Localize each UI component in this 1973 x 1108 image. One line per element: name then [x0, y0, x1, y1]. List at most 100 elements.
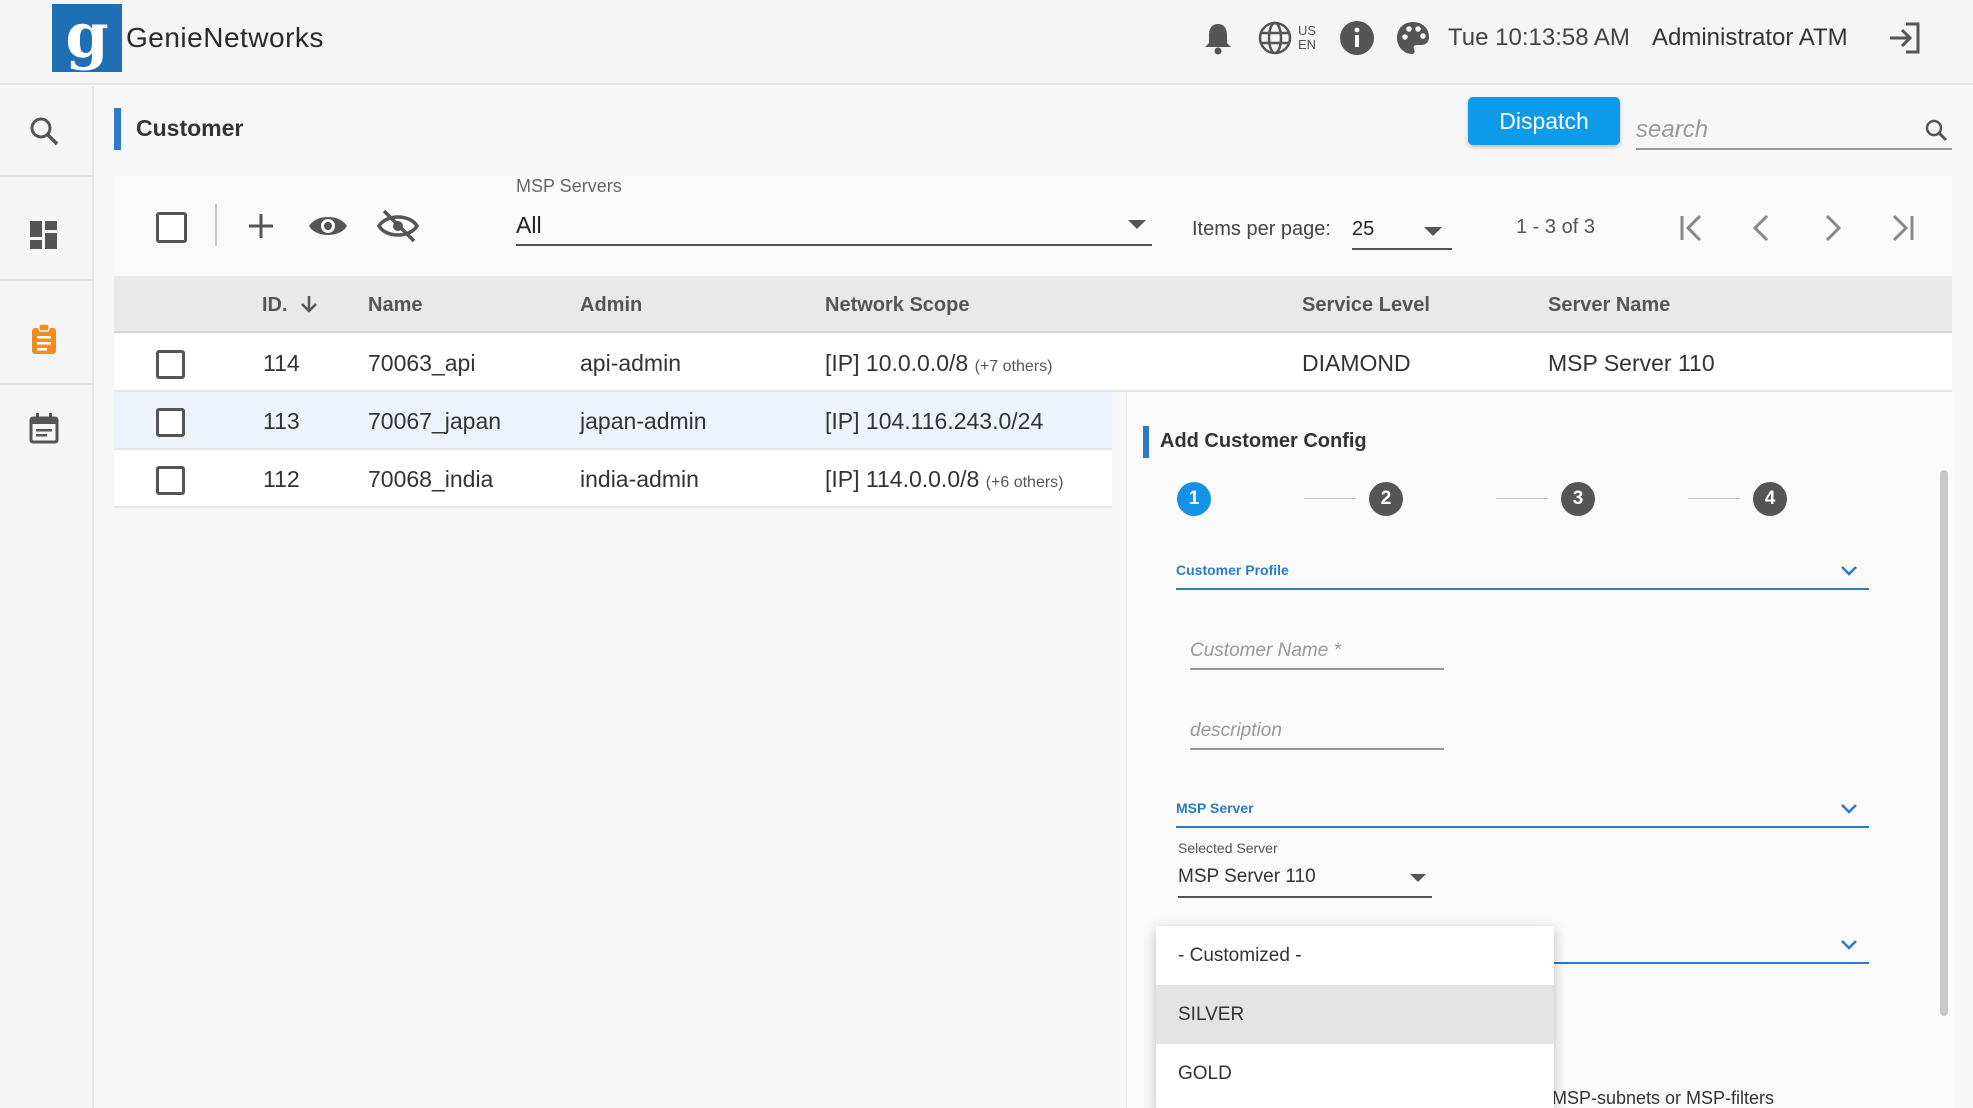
column-header-name[interactable]: Name — [368, 294, 422, 317]
dispatch-button[interactable]: Dispatch — [1468, 97, 1620, 145]
items-per-page-value: 25 — [1352, 218, 1375, 240]
info-icon[interactable] — [1337, 18, 1377, 58]
page-title: Customer — [136, 115, 244, 141]
cell-service-level: DIAMOND — [1302, 350, 1411, 376]
page-range: 1 - 3 of 3 — [1516, 216, 1595, 238]
logout-icon[interactable] — [1884, 18, 1924, 58]
description-input[interactable] — [1190, 706, 1440, 742]
bell-icon[interactable] — [1198, 18, 1238, 58]
panel-title: Add Customer Config — [1160, 430, 1367, 452]
eye-off-icon[interactable] — [376, 206, 420, 246]
sidebar-item-customer[interactable] — [0, 295, 92, 385]
msp-servers-label: MSP Servers — [516, 176, 622, 196]
customer-name-input[interactable] — [1190, 626, 1440, 662]
scope-hint-text: MSP-subnets or MSP-filters — [1552, 1088, 1775, 1108]
panel-scrollbar[interactable] — [1940, 470, 1948, 1016]
cell-name: 70067_japan — [368, 408, 502, 434]
sidebar-item-dashboard[interactable] — [0, 191, 92, 281]
chevron-down-icon — [1841, 566, 1857, 576]
selected-server-select[interactable]: MSP Server 110 — [1178, 862, 1432, 898]
service-level-dropdown: - Customized - SILVER GOLD — [1156, 926, 1554, 1108]
row-checkbox[interactable] — [156, 408, 185, 437]
row-checkbox[interactable] — [156, 466, 185, 495]
table-row[interactable]: 114 70063_api api-admin [IP] 10.0.0.0/8 … — [114, 334, 1952, 392]
msp-server-section[interactable]: MSP Server — [1176, 792, 1869, 828]
step-2[interactable]: 2 — [1369, 482, 1403, 516]
lang-code: EN — [1298, 37, 1317, 52]
step-connector — [1688, 498, 1740, 499]
sidebar-item-calendar[interactable] — [0, 384, 92, 474]
customer-profile-section[interactable]: Customer Profile — [1176, 554, 1869, 590]
column-header-server-name[interactable]: Server Name — [1548, 294, 1670, 317]
description-field — [1190, 706, 1444, 750]
cell-network-scope: [IP] 104.116.243.0/24 — [825, 408, 1043, 435]
dashboard-icon — [30, 221, 57, 249]
app-header: g GenieNetworks US EN Tue 10:13:58 AM Ad… — [0, 0, 1973, 85]
table-row[interactable]: 113 70067_japan japan-admin [IP] 104.116… — [114, 392, 1112, 450]
scope-value: [IP] 104.116.243.0/24 — [825, 408, 1044, 434]
scope-extra: (+6 others) — [985, 474, 1064, 491]
search-icon[interactable] — [1924, 118, 1948, 142]
table-row[interactable]: 112 70068_india india-admin [IP] 114.0.0… — [114, 450, 1112, 508]
title-accent-bar — [114, 108, 121, 150]
dropdown-option-silver[interactable]: SILVER — [1156, 985, 1554, 1044]
eye-icon[interactable] — [306, 206, 350, 246]
globe-icon[interactable] — [1255, 18, 1295, 58]
selected-server-value: MSP Server 110 — [1178, 866, 1316, 887]
step-connector — [1496, 498, 1548, 499]
cell-name: 70063_api — [368, 350, 476, 376]
chevron-down-icon — [1841, 940, 1857, 950]
items-per-page-label: Items per page: — [1192, 218, 1331, 240]
next-page-icon[interactable] — [1814, 210, 1850, 246]
search-box — [1636, 110, 1952, 150]
clock: Tue 10:13:58 AM — [1448, 24, 1630, 51]
customer-name-field — [1190, 626, 1444, 670]
cell-id: 112 — [263, 466, 300, 492]
items-per-page-select[interactable]: 25 — [1352, 212, 1452, 250]
user-name[interactable]: Administrator ATM — [1652, 24, 1848, 52]
sidebar — [0, 87, 94, 1108]
step-4[interactable]: 4 — [1753, 482, 1787, 516]
language-indicator[interactable]: US EN — [1298, 24, 1316, 52]
search-input[interactable] — [1636, 110, 1906, 144]
scope-value: [IP] 10.0.0.0/8 — [825, 350, 969, 376]
msp-servers-select[interactable]: All — [516, 204, 1152, 246]
calendar-icon — [29, 413, 59, 444]
cell-id: 113 — [263, 408, 300, 434]
cell-network-scope: [IP] 114.0.0.0/8 (+6 others) — [825, 466, 1064, 493]
first-page-icon[interactable] — [1674, 210, 1710, 246]
toolbar-divider — [215, 204, 217, 246]
column-header-id[interactable]: ID. — [262, 294, 319, 317]
dropdown-option-gold[interactable]: GOLD — [1156, 1044, 1554, 1103]
panel-accent-bar — [1143, 426, 1149, 458]
last-page-icon[interactable] — [1884, 210, 1920, 246]
chevron-down-icon — [1841, 804, 1857, 814]
step-3[interactable]: 3 — [1561, 482, 1595, 516]
table-header: ID. Name Admin Network Scope Service Lev… — [114, 276, 1952, 333]
column-header-network-scope[interactable]: Network Scope — [825, 294, 969, 317]
scope-value: [IP] 114.0.0.0/8 — [825, 466, 980, 492]
previous-page-icon[interactable] — [1744, 210, 1780, 246]
cell-server-name: MSP Server 110 — [1548, 350, 1715, 376]
step-connector — [1304, 498, 1356, 499]
select-all-checkbox[interactable] — [156, 212, 187, 243]
column-header-service-level[interactable]: Service Level — [1302, 294, 1430, 317]
selected-server-label: Selected Server — [1178, 840, 1278, 856]
column-id-label: ID. — [262, 294, 288, 316]
step-1[interactable]: 1 — [1177, 482, 1211, 516]
genie-logo[interactable]: g — [52, 0, 122, 72]
dropdown-option-customized[interactable]: - Customized - — [1156, 926, 1554, 985]
customer-profile-label: Customer Profile — [1176, 562, 1289, 578]
msp-servers-value: All — [516, 212, 542, 238]
table-toolbar: MSP Servers All Items per page: 25 1 - 3… — [114, 176, 1952, 276]
scope-extra: (+7 others) — [974, 358, 1053, 375]
sort-down-icon — [301, 296, 318, 313]
cell-admin: india-admin — [580, 466, 699, 492]
search-icon — [30, 117, 59, 146]
row-checkbox[interactable] — [156, 350, 185, 379]
sidebar-item-search[interactable] — [0, 87, 92, 177]
add-icon[interactable] — [241, 206, 281, 246]
palette-icon[interactable] — [1393, 18, 1433, 58]
caret-down-icon — [1410, 874, 1426, 882]
column-header-admin[interactable]: Admin — [580, 294, 642, 317]
